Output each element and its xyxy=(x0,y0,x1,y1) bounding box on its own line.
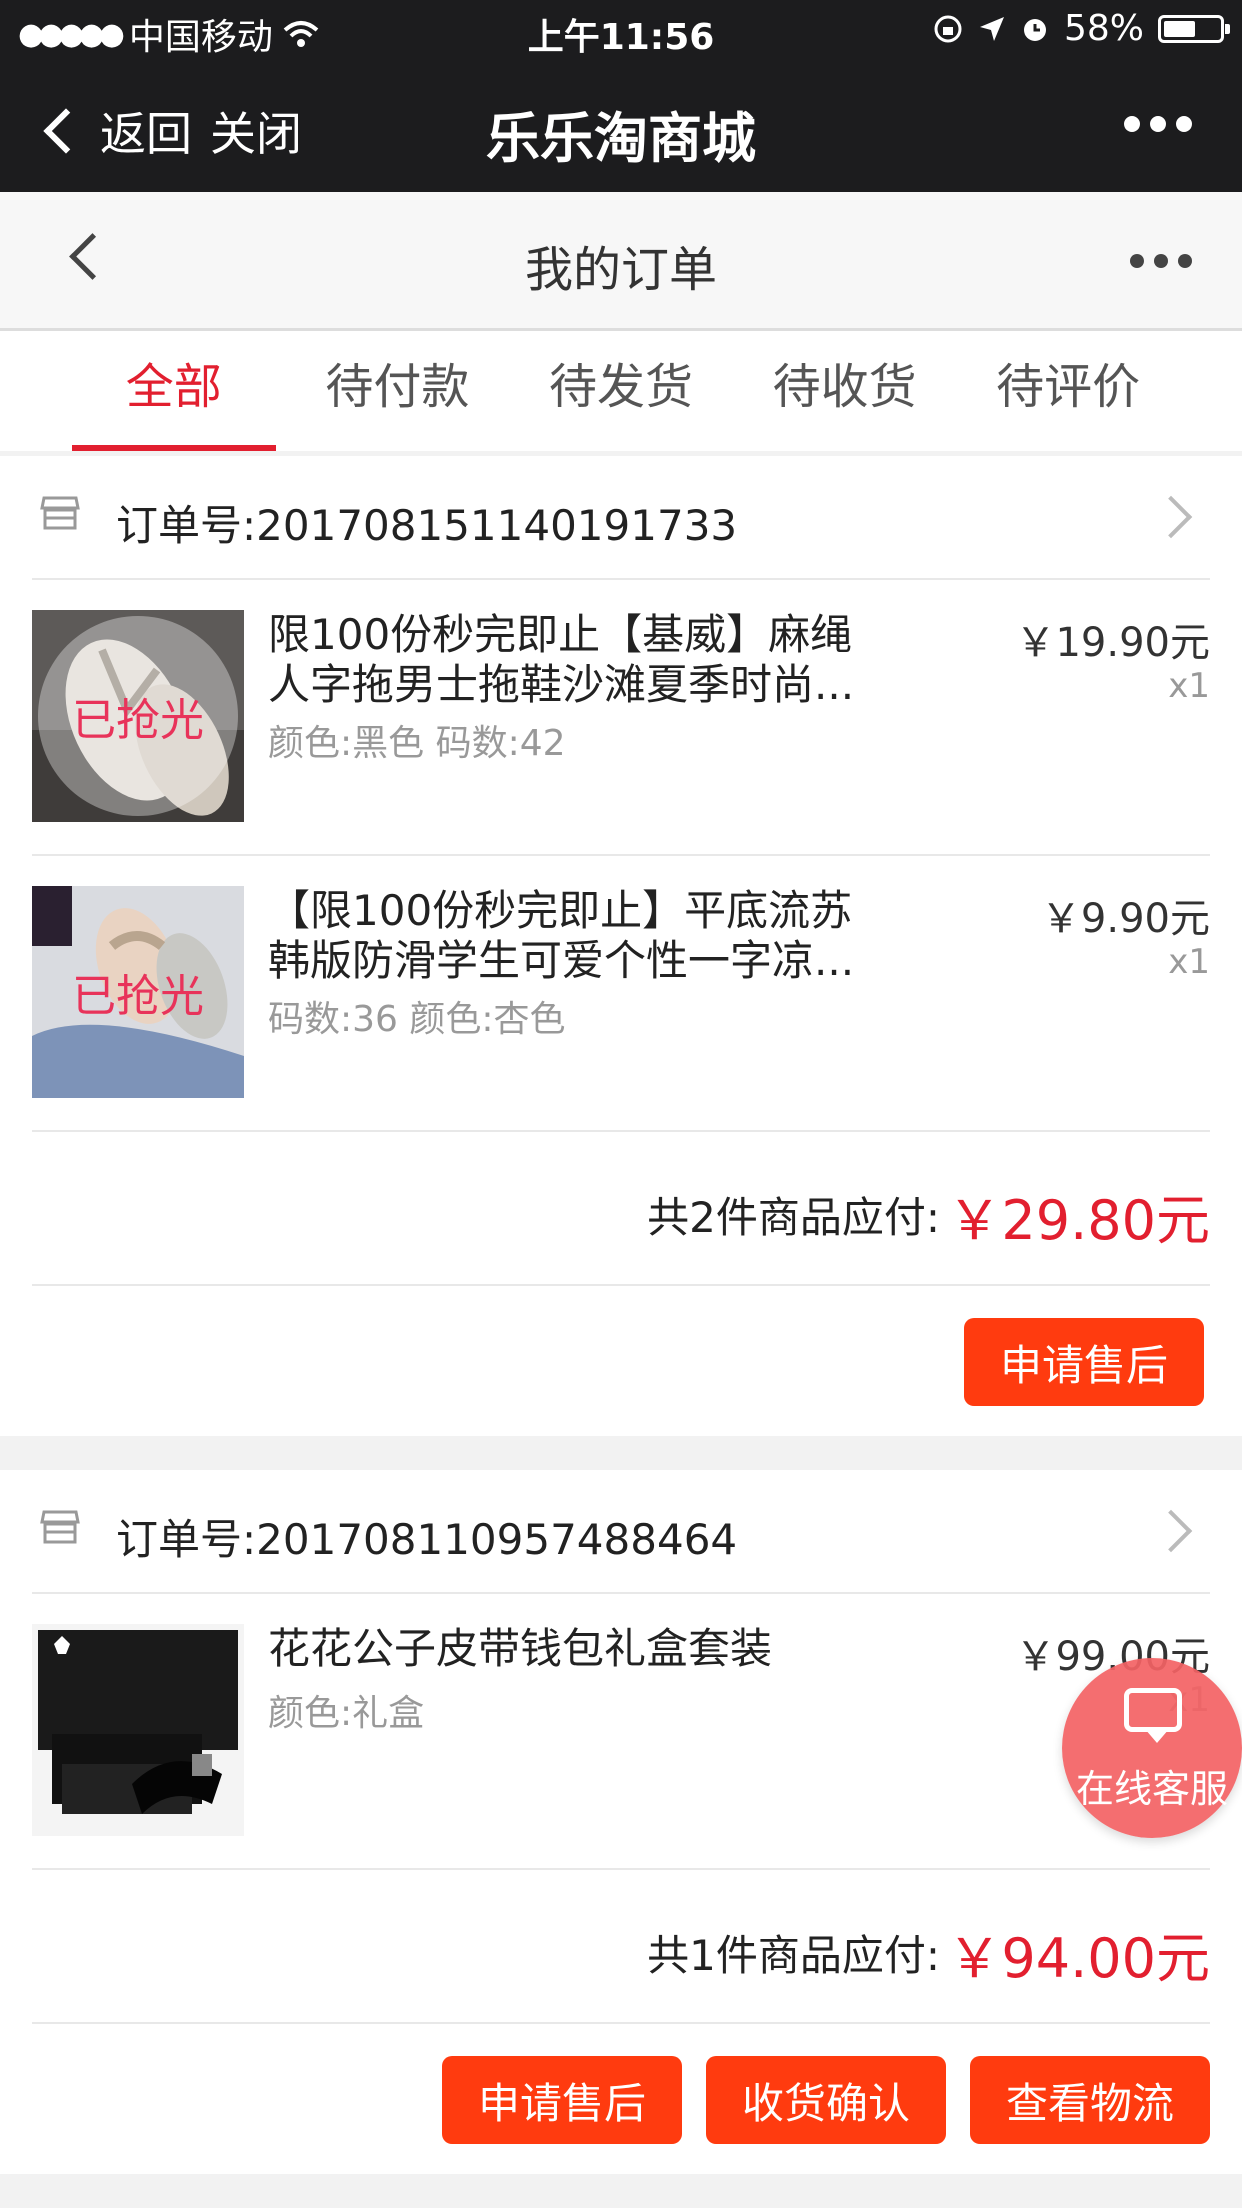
order-header[interactable]: 订单号:201708151140191733 xyxy=(32,456,1210,580)
sold-out-overlay: 已抢光 xyxy=(32,610,244,822)
status-bar: ●●●●● 中国移动 上午11:56 58% xyxy=(0,0,1242,64)
store-icon xyxy=(40,1510,80,1544)
product-name: 花花公子皮带钱包礼盒套装 xyxy=(268,1624,773,1673)
order-actions: 申请售后 xyxy=(32,1286,1210,1436)
order-card: 订单号:201708110957488464 花花公子皮带钱包礼盒套装 颜色:礼… xyxy=(0,1470,1242,2174)
order-number: 订单号:201708110957488464 xyxy=(116,1515,738,1564)
sold-out-label: 已抢光 xyxy=(72,695,204,746)
sold-out-overlay: 已抢光 xyxy=(32,886,244,1098)
app-title: 乐乐淘商城 xyxy=(486,107,756,170)
battery-icon xyxy=(1158,14,1230,43)
rotation-lock-icon xyxy=(934,15,962,42)
more-dot-icon xyxy=(1178,254,1192,268)
tab-pending-receipt[interactable]: 待收货 xyxy=(733,331,957,451)
order-number: 订单号:201708151140191733 xyxy=(116,501,738,550)
product-name: 【限100份秒完即止】平底流苏韩版防滑学生可爱个性一字凉... xyxy=(268,886,855,985)
total-label: 共1件商品应付: xyxy=(647,1931,940,1980)
product-price: ￥19.90元 xyxy=(1015,620,1210,666)
order-tabs: 全部 待付款 待发货 待收货 待评价 xyxy=(0,331,1242,451)
battery-percent: 58% xyxy=(1063,8,1144,49)
page-navbar: 我的订单 xyxy=(0,192,1242,331)
location-icon xyxy=(979,16,1004,41)
total-amount: ￥29.80元 xyxy=(947,1189,1210,1252)
after-sales-button[interactable]: 申请售后 xyxy=(964,1318,1204,1406)
product-image: 已抢光 xyxy=(32,886,244,1098)
tab-pending-review[interactable]: 待评价 xyxy=(956,331,1180,451)
sold-out-label: 已抢光 xyxy=(72,971,204,1022)
more-dot-icon xyxy=(1124,116,1140,132)
confirm-receipt-button[interactable]: 收货确认 xyxy=(706,2056,946,2144)
order-actions: 申请售后 收货确认 查看物流 xyxy=(32,2024,1210,2174)
order-total: 共1件商品应付: ￥94.00元 xyxy=(32,1870,1210,2024)
wechat-header: 返回 关闭 乐乐淘商城 xyxy=(0,64,1242,192)
page-title: 我的订单 xyxy=(524,242,717,298)
product-price: ￥9.90元 xyxy=(1040,896,1210,942)
more-dot-icon xyxy=(1130,254,1144,268)
after-sales-button[interactable]: 申请售后 xyxy=(442,2056,682,2144)
chevron-right-icon xyxy=(1149,495,1193,539)
customer-service-button[interactable]: 在线客服 xyxy=(1062,1658,1242,1838)
product-image: 已抢光 xyxy=(32,610,244,822)
order-item[interactable]: 已抢光 【限100份秒完即止】平底流苏韩版防滑学生可爱个性一字凉... 码数:3… xyxy=(32,856,1210,1132)
product-spec: 码数:36 颜色:杏色 xyxy=(268,999,566,1040)
total-label: 共2件商品应付: xyxy=(647,1193,940,1242)
battery-fill xyxy=(1164,20,1195,37)
chat-bubble-icon xyxy=(1124,1688,1182,1743)
more-button[interactable] xyxy=(1124,116,1192,132)
more-dot-icon xyxy=(1150,116,1166,132)
more-dot-icon xyxy=(1154,254,1168,268)
tab-pending-shipment[interactable]: 待发货 xyxy=(509,331,733,451)
status-right: 58% xyxy=(932,8,1230,49)
total-amount: ￥94.00元 xyxy=(947,1927,1210,1990)
product-spec: 颜色:礼盒 xyxy=(268,1693,425,1734)
order-item[interactable]: 花花公子皮带钱包礼盒套装 颜色:礼盒 ￥99.00元 x1 xyxy=(32,1594,1210,1870)
nav-more-button[interactable] xyxy=(1130,254,1192,268)
more-dot-icon xyxy=(1176,116,1192,132)
customer-service-label: 在线客服 xyxy=(1075,1767,1228,1811)
alarm-icon xyxy=(1023,18,1046,41)
gift-box-image xyxy=(32,1624,244,1836)
tab-all[interactable]: 全部 xyxy=(62,331,286,451)
product-spec: 颜色:黑色 码数:42 xyxy=(268,723,566,764)
product-qty: x1 xyxy=(1168,942,1210,982)
product-qty: x1 xyxy=(1168,666,1210,706)
product-image xyxy=(32,1624,244,1836)
order-total: 共2件商品应付: ￥29.80元 xyxy=(32,1132,1210,1286)
order-card: 订单号:201708151140191733 已抢光 限100份秒完即止【基威】… xyxy=(0,456,1242,1436)
order-header[interactable]: 订单号:201708110957488464 xyxy=(32,1470,1210,1594)
store-icon xyxy=(40,496,80,530)
chevron-right-icon xyxy=(1149,1509,1193,1553)
view-logistics-button[interactable]: 查看物流 xyxy=(970,2056,1210,2144)
tab-pending-payment[interactable]: 待付款 xyxy=(286,331,510,451)
order-item[interactable]: 已抢光 限100份秒完即止【基威】麻绳人字拖男士拖鞋沙滩夏季时尚... 颜色:黑… xyxy=(32,580,1210,856)
product-name: 限100份秒完即止【基威】麻绳人字拖男士拖鞋沙滩夏季时尚... xyxy=(268,610,855,709)
